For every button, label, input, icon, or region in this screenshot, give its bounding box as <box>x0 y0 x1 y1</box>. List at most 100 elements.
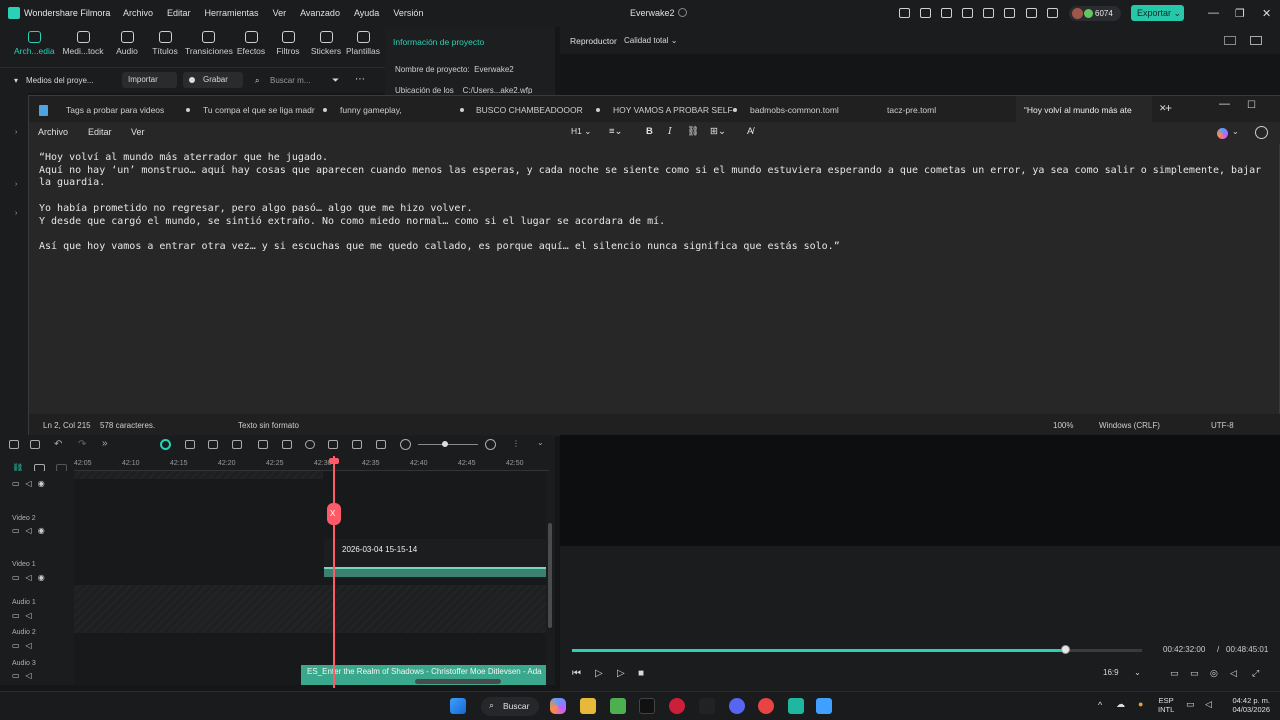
snapshot-icon[interactable] <box>1250 36 1262 45</box>
project-info-header[interactable]: Información de proyecto <box>393 37 484 47</box>
volume-icon[interactable]: ◁ <box>1205 699 1212 710</box>
tool-stock[interactable]: Medi...tock <box>61 31 105 56</box>
grid-icon[interactable] <box>9 440 19 449</box>
tool-templates[interactable]: Plantillas <box>345 31 381 56</box>
heading-select[interactable]: H1 ⌄ <box>571 126 591 137</box>
minimize-icon[interactable]: — <box>1219 98 1230 110</box>
apps-icon[interactable] <box>1047 8 1058 18</box>
track-controls[interactable]: ▭◁◉ <box>12 573 51 582</box>
monitor-icon[interactable] <box>941 8 952 18</box>
shield-icon[interactable] <box>282 440 292 449</box>
close-icon[interactable]: ✕ <box>1262 7 1271 20</box>
import-button[interactable]: Importar <box>122 72 177 88</box>
zoom-in-icon[interactable] <box>485 439 496 450</box>
zoom-level[interactable]: 100% <box>1053 421 1073 430</box>
volume-icon[interactable]: ◁ <box>1230 668 1237 679</box>
maximize-icon[interactable]: ❐ <box>1235 7 1245 20</box>
microphone-icon[interactable]: ● <box>1138 699 1143 709</box>
new-tab-button[interactable]: + <box>1165 101 1172 115</box>
timeline-v-scrollbar[interactable] <box>548 523 552 628</box>
screen-icon[interactable]: ▭ <box>1170 668 1179 679</box>
compare-view-icon[interactable] <box>1224 36 1236 45</box>
cloud-icon[interactable] <box>1004 8 1015 18</box>
playhead[interactable] <box>333 456 335 688</box>
gift-icon[interactable] <box>899 8 910 18</box>
layout-icon[interactable] <box>962 8 973 18</box>
menu-archivo[interactable]: Archivo <box>123 8 153 18</box>
chevron-down-icon[interactable]: ⌄ <box>537 438 544 447</box>
chevron-right-icon[interactable]: › <box>15 129 17 136</box>
display-icon[interactable]: ▭ <box>1190 668 1199 679</box>
notepad-tab[interactable]: badmobs-common.toml <box>750 96 874 122</box>
chevron-right-icon[interactable]: › <box>15 210 17 217</box>
more-tools-icon[interactable]: » <box>102 438 108 449</box>
speed-icon[interactable] <box>208 440 218 449</box>
fullscreen-icon[interactable]: ⤢ <box>1252 668 1259 679</box>
notepad-tab[interactable]: Tu compa el que se liga madr <box>203 96 327 122</box>
tool-media[interactable]: Arch...edia <box>14 31 55 56</box>
zoom-slider[interactable] <box>418 444 478 445</box>
tiktok-icon[interactable] <box>639 698 655 714</box>
cloud-icon[interactable]: ☁ <box>1116 699 1125 710</box>
maximize-icon[interactable]: ☐ <box>1247 100 1256 111</box>
line-ending[interactable]: Windows (CRLF) <box>1099 421 1160 430</box>
track-controls[interactable]: ▭◁◉ <box>12 479 51 488</box>
clear-format-icon[interactable]: A̸ <box>747 126 753 137</box>
timeline-lanes[interactable]: 2026-03-04 15-15-14 ES_Enter the Realm o… <box>74 471 546 685</box>
minimize-icon[interactable]: — <box>1208 7 1219 19</box>
chevron-down-icon[interactable]: ▾ <box>14 76 18 85</box>
monitor-icon[interactable]: ▭ <box>1186 699 1195 710</box>
app-icon[interactable] <box>758 698 774 714</box>
player-preview[interactable] <box>560 435 1280 546</box>
menu-archivo[interactable]: Archivo <box>38 127 68 137</box>
camera-icon[interactable] <box>232 440 242 449</box>
filmora-taskbar-icon[interactable] <box>788 698 804 714</box>
crop-icon[interactable] <box>185 440 195 449</box>
export-button[interactable]: Exportar ⌄ <box>1131 5 1184 21</box>
copilot-icon[interactable] <box>550 698 566 714</box>
tool-audio[interactable]: Audio <box>113 31 141 56</box>
send-icon[interactable] <box>920 8 931 18</box>
menu-editar[interactable]: Editar <box>167 8 191 18</box>
menu-version[interactable]: Versión <box>393 8 423 18</box>
filter-icon[interactable]: ⏷ <box>332 75 339 86</box>
zoom-out-icon[interactable] <box>400 439 411 450</box>
track-controls[interactable]: ▭◁ <box>12 641 38 650</box>
ai-icon[interactable] <box>160 439 171 450</box>
format-mode[interactable]: Texto sin formato <box>238 421 299 430</box>
chevron-up-icon[interactable]: ^ <box>1098 700 1102 710</box>
detach-icon[interactable] <box>328 440 338 449</box>
quality-select[interactable]: Calidad total ⌄ <box>624 36 677 45</box>
menu-editar[interactable]: Editar <box>88 127 112 137</box>
menu-ver[interactable]: Ver <box>273 8 287 18</box>
menu-avanzado[interactable]: Avanzado <box>300 8 340 18</box>
tool-titles[interactable]: Títulos <box>150 31 180 56</box>
timeline-ruler[interactable]: 42:05 42:10 42:15 42:20 42:25 42:30 42:3… <box>74 457 549 471</box>
clock[interactable]: 04:42 p. m. 04/03/2026 <box>1222 696 1270 714</box>
playback-progress-bar[interactable] <box>572 645 1142 654</box>
file-explorer-icon[interactable] <box>580 698 596 714</box>
menu-ayuda[interactable]: Ayuda <box>354 8 379 18</box>
play-slow-icon[interactable]: ▷ <box>595 668 603 679</box>
more-icon[interactable]: ⋯ <box>355 74 365 85</box>
tool-stickers[interactable]: Stickers <box>310 31 342 56</box>
capcut-icon[interactable] <box>699 698 715 714</box>
credits-badge[interactable]: 6074 <box>1069 6 1121 21</box>
notepad-tab[interactable]: HOY VAMOS A PROBAR SELF- <box>613 96 737 122</box>
undo-icon[interactable]: ↶ <box>54 439 62 450</box>
tool-effects[interactable]: Efectos <box>236 31 266 56</box>
play-icon[interactable]: ▷ <box>617 668 625 679</box>
notepad-text-area[interactable]: “Hoy volví al mundo más aterrador que he… <box>39 152 1274 254</box>
playback-progress-knob[interactable] <box>1061 645 1071 654</box>
select-icon[interactable] <box>30 440 40 449</box>
chevron-down-icon[interactable]: ⌄ <box>1232 127 1239 136</box>
video-clip[interactable]: 2026-03-04 15-15-14 <box>324 539 546 579</box>
menu-herramientas[interactable]: Herramientas <box>205 8 259 18</box>
menu-ver[interactable]: Ver <box>131 127 145 137</box>
marker-icon[interactable] <box>258 440 268 449</box>
discord-icon[interactable] <box>729 698 745 714</box>
settings-icon[interactable] <box>1255 126 1268 139</box>
zoom-slider-knob[interactable] <box>442 441 448 447</box>
notepad-tab[interactable]: BUSCO CHAMBEADOOOR <box>476 96 600 122</box>
encoding[interactable]: UTF-8 <box>1211 421 1234 430</box>
